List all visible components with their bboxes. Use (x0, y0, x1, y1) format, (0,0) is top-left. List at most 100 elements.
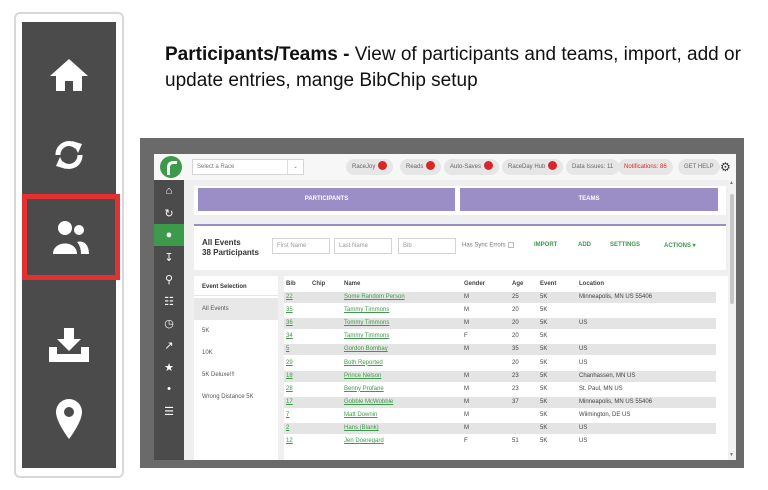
cell-bib[interactable]: 17 (286, 399, 293, 405)
data-issues-badge[interactable]: Data Issues: 11 (566, 159, 620, 175)
cell-location: Wilmington, DE US (579, 411, 631, 418)
scroll-down-icon[interactable]: ▼ (729, 452, 734, 458)
status-dot (378, 161, 388, 171)
cell-bib[interactable]: 34 (286, 333, 293, 339)
event-item-all[interactable]: All Events (194, 298, 278, 320)
first-name-input[interactable]: First Name (272, 238, 330, 254)
cell-name[interactable]: Tommy Timmons (344, 320, 389, 326)
table-row[interactable]: 28 Benny Profane M 23 5K St. Paul, MN US (284, 384, 716, 395)
app-window: Select a Race ⌄ RaceJoy Reads Auto-Saves… (154, 154, 736, 460)
table-row[interactable]: 29 Both Reported 20 5K US (284, 358, 716, 369)
cell-bib[interactable]: 36 (286, 320, 293, 326)
cell-age: 20 (512, 333, 519, 340)
tab-teams[interactable]: TEAMS (460, 188, 718, 211)
table-row[interactable]: 35 Tammy Timmons M 20 5K (284, 305, 716, 316)
home-icon[interactable]: ⌂ (154, 180, 184, 202)
last-name-input[interactable]: Last Name (334, 238, 392, 254)
cell-bib[interactable]: 18 (286, 373, 293, 379)
cell-name[interactable]: Gobble McWobble (344, 399, 393, 405)
location-icon[interactable] (22, 392, 116, 446)
participants-icon (27, 213, 115, 263)
status-dot (484, 161, 494, 171)
cell-bib[interactable]: 29 (286, 360, 293, 366)
auto-saves-status[interactable]: Auto-Saves (444, 159, 500, 175)
sync-icon[interactable]: ↻ (154, 202, 184, 224)
cell-name[interactable]: Hans (Blank) (344, 425, 379, 431)
table-row[interactable]: 12 Jen Doeregard F 51 5K US (284, 436, 716, 447)
cell-name[interactable]: Prince Nelson (344, 373, 381, 379)
location-icon[interactable]: ⚲ (154, 268, 184, 290)
tab-participants[interactable]: PARTICIPANTS (198, 188, 455, 211)
column-header-gender[interactable]: Gender (464, 281, 485, 287)
cell-event: 5K (540, 372, 548, 379)
cell-bib[interactable]: 5 (286, 346, 289, 352)
chart-icon[interactable]: ↗ (154, 334, 184, 356)
settings-icon[interactable]: • (154, 378, 184, 400)
get-help-button[interactable]: GET HELP (678, 159, 720, 175)
cell-bib[interactable]: 35 (286, 307, 293, 313)
race-select[interactable]: Select a Race ⌄ (192, 159, 304, 175)
table-row[interactable]: 36 Tommy Timmons M 20 5K US (284, 318, 716, 330)
participants-highlight[interactable] (22, 194, 120, 280)
import-icon[interactable] (22, 320, 116, 370)
table-row[interactable]: 7 Matt Downin M 5K Wilmington, DE US (284, 410, 716, 421)
column-header-age[interactable]: Age (512, 281, 523, 287)
cell-bib[interactable]: 2 (286, 425, 289, 431)
layers-icon[interactable]: ☰ (154, 400, 184, 422)
table-row[interactable]: 17 Gobble McWobble M 37 5K Minneapolis, MN US… (284, 396, 716, 408)
event-item-wrong-distance[interactable]: Wrong Distance 5K (194, 386, 278, 408)
scrollbar[interactable]: ▲ ▼ (728, 180, 736, 460)
cell-bib[interactable]: 22 (286, 294, 293, 300)
cell-location: US (579, 320, 588, 327)
cell-name[interactable]: Matt Downin (344, 412, 377, 418)
column-header-name[interactable]: Name (344, 281, 360, 287)
actions-button[interactable]: ACTIONS ▾ (664, 242, 696, 249)
org-chart-icon[interactable]: ☷ (154, 290, 184, 312)
import-button[interactable]: IMPORT (534, 242, 557, 248)
home-icon[interactable] (22, 50, 116, 100)
raceday-hub-status[interactable]: RaceDay Hub (502, 159, 564, 175)
column-header-event[interactable]: Event (540, 281, 556, 287)
scroll-up-icon[interactable]: ▲ (729, 180, 734, 186)
table-row[interactable]: 5 Gordon Bombay M 35 5K US (284, 344, 716, 356)
racejoy-status[interactable]: RaceJoy (346, 159, 394, 175)
cell-bib[interactable]: 28 (286, 386, 293, 392)
cell-name[interactable]: Tammy Timmons (344, 307, 389, 313)
sync-errors-checkbox[interactable] (507, 242, 514, 248)
notifications-badge[interactable]: Notifications: 86 (618, 159, 673, 175)
gear-icon[interactable]: ⚙ (720, 160, 731, 174)
column-header-location[interactable]: Location (579, 281, 604, 287)
table-row[interactable]: 18 Prince Nelson M 23 5K Chanhassen, MN US (284, 370, 716, 382)
table-row[interactable]: 34 Tammy Timmons F 20 5K (284, 331, 716, 342)
sync-errors-filter[interactable]: Has Sync Errors (462, 242, 514, 249)
participants-icon[interactable]: ● (154, 224, 184, 246)
reads-status[interactable]: Reads (400, 159, 442, 175)
cell-bib[interactable]: 12 (286, 438, 293, 444)
cell-bib[interactable]: 7 (286, 412, 289, 418)
event-item-5k-deluxe[interactable]: 5K Deluxe!!! (194, 364, 278, 386)
timer-icon[interactable]: ◷ (154, 312, 184, 334)
cell-name[interactable]: Gordon Bombay (344, 346, 388, 352)
settings-button[interactable]: SETTINGS (610, 242, 640, 248)
cell-name[interactable]: Both Reported (344, 360, 383, 366)
app-sidebar: ⌂ ↻ ● ↧ ⚲ ☷ ◷ ↗ ★ • ☰ (154, 180, 184, 460)
trophy-icon[interactable]: ★ (154, 356, 184, 378)
cell-name[interactable]: Benny Profane (344, 386, 384, 392)
cell-event: 5K (540, 333, 548, 340)
column-header-bib[interactable]: Bib (286, 281, 296, 287)
event-item-5k[interactable]: 5K (194, 320, 278, 342)
import-icon[interactable]: ↧ (154, 246, 184, 268)
table-row[interactable]: 2 Hans (Blank) M 5K US (284, 423, 716, 434)
bib-input[interactable]: Bib (398, 238, 456, 254)
app-logo[interactable] (160, 156, 182, 178)
cell-name[interactable]: Jen Doeregard (344, 438, 384, 444)
add-button[interactable]: ADD (578, 242, 591, 248)
event-item-10k[interactable]: 10K (194, 342, 278, 364)
scrollbar-thumb[interactable] (730, 194, 734, 304)
cell-name[interactable]: Tammy Timmons (344, 333, 389, 339)
cell-name[interactable]: Some Random Person (344, 294, 405, 300)
table-row[interactable]: 22 Some Random Person M 25 5K Minneapolis, MN… (284, 292, 716, 303)
status-dot (426, 161, 436, 171)
column-header-chip[interactable]: Chip (312, 281, 325, 287)
sync-icon[interactable] (22, 130, 116, 180)
